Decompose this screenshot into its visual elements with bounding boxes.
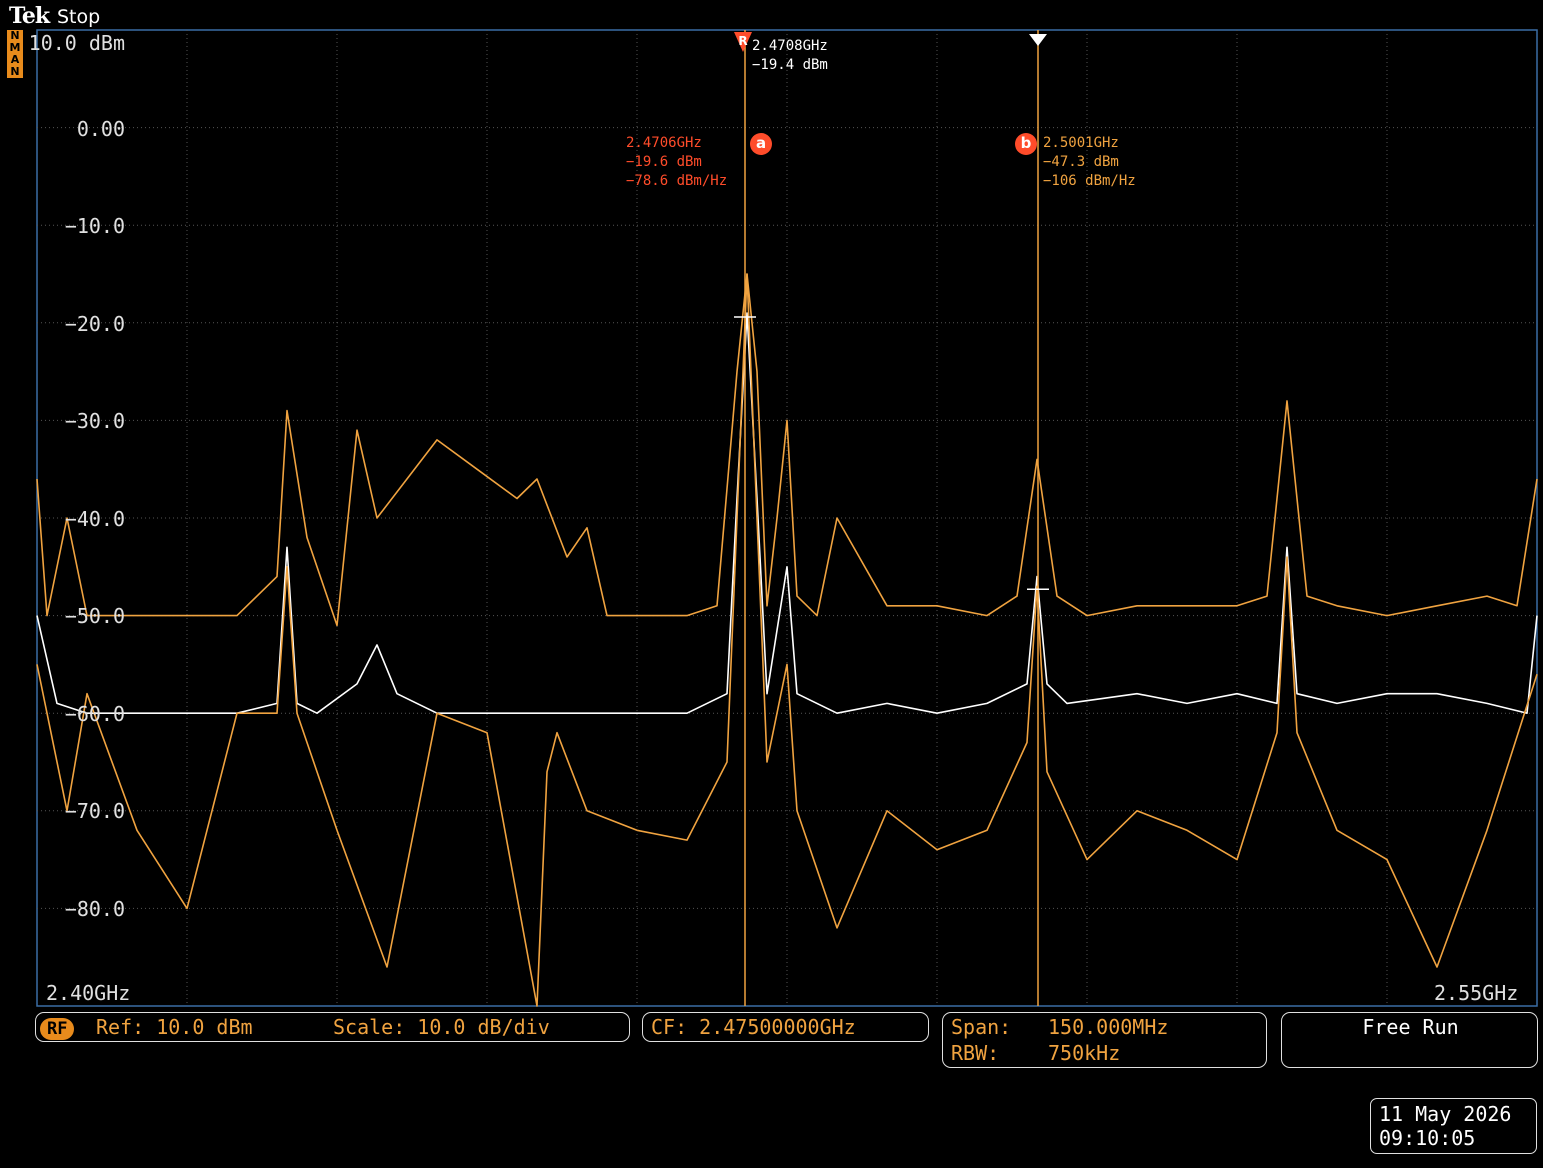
ref-marker-icon: R	[734, 32, 752, 52]
y-tick-label: −60.0	[64, 702, 125, 726]
marker-b-readout: 2.5001GHz −47.3 dBm −106 dBm/Hz	[1043, 134, 1136, 191]
ref-marker-flag[interactable]: R	[733, 31, 753, 57]
rf-channel-badge: RF	[40, 1014, 75, 1040]
y-tick-label: −50.0	[64, 604, 125, 628]
scale-readout: Scale: 10.0 dB/div	[333, 1015, 550, 1039]
span-value: 150.000MHz	[1048, 1015, 1169, 1039]
spectrum-plot	[36, 29, 1538, 1007]
brand-logo: Tek	[9, 3, 50, 29]
time: 09:10:05	[1379, 1126, 1476, 1150]
ref-marker-symbol: R	[738, 34, 747, 48]
span-rbw-box[interactable]: Span: 150.000MHz RBW: 750kHz	[942, 1012, 1267, 1068]
marker-a-readout: 2.4706GHz −19.6 dBm −78.6 dBm/Hz	[626, 134, 727, 191]
ref-marker-readout: 2.4708GHz −19.4 dBm	[752, 37, 828, 75]
center-frequency-readout: CF: 2.47500000GHz	[651, 1015, 856, 1039]
center-frequency-box[interactable]: CF: 2.47500000GHz	[642, 1012, 929, 1042]
marker-b-freq: 2.5001GHz	[1043, 135, 1119, 151]
marker-b-badge[interactable]: b	[1015, 133, 1037, 155]
marker-a-density: −78.6 dBm/Hz	[626, 173, 728, 189]
trigger-mode: Free Run	[1362, 1015, 1459, 1039]
date: 11 May 2026	[1379, 1102, 1512, 1126]
y-tick-label: −80.0	[64, 897, 125, 921]
marker-b-level: −47.3 dBm	[1043, 154, 1119, 170]
y-tick-label: −20.0	[64, 312, 125, 336]
timestamp-box: 11 May 2026 09:10:05	[1370, 1098, 1537, 1154]
mode-letter: N	[10, 65, 20, 78]
marker-b-flag[interactable]	[1028, 32, 1048, 51]
ref-marker-freq: 2.4708GHz	[752, 38, 828, 54]
marker-a-badge[interactable]: a	[750, 133, 772, 155]
marker-a-level: −19.6 dBm	[626, 154, 702, 170]
ref-marker-level: −19.4 dBm	[752, 57, 828, 73]
run-state: Stop	[57, 6, 101, 28]
y-tick-label: −70.0	[64, 799, 125, 823]
x-stop-label: 2.55GHz	[1434, 981, 1519, 1005]
rbw-value: 750kHz	[1048, 1041, 1121, 1065]
rbw-label: RBW:	[951, 1041, 1000, 1065]
x-start-label: 2.40GHz	[46, 981, 131, 1005]
y-tick-label: −40.0	[64, 507, 125, 531]
marker-b-triangle-icon	[1029, 34, 1047, 46]
trigger-box[interactable]: Free Run	[1281, 1012, 1538, 1068]
ref-level-readout: Ref: 10.0 dBm	[96, 1015, 253, 1039]
y-tick-label: 0.00	[76, 117, 125, 141]
y-tick-label: 10.0 dBm	[28, 31, 125, 55]
y-tick-label: −10.0	[64, 214, 125, 238]
y-tick-label: −30.0	[64, 409, 125, 433]
span-label: Span:	[951, 1015, 1012, 1039]
marker-b-density: −106 dBm/Hz	[1043, 173, 1136, 189]
acquisition-mode-badge: N M A N	[7, 30, 23, 78]
ref-scale-box[interactable]: RF Ref: 10.0 dBm Scale: 10.0 dB/div	[35, 1012, 630, 1042]
marker-a-freq: 2.4706GHz	[626, 135, 702, 151]
